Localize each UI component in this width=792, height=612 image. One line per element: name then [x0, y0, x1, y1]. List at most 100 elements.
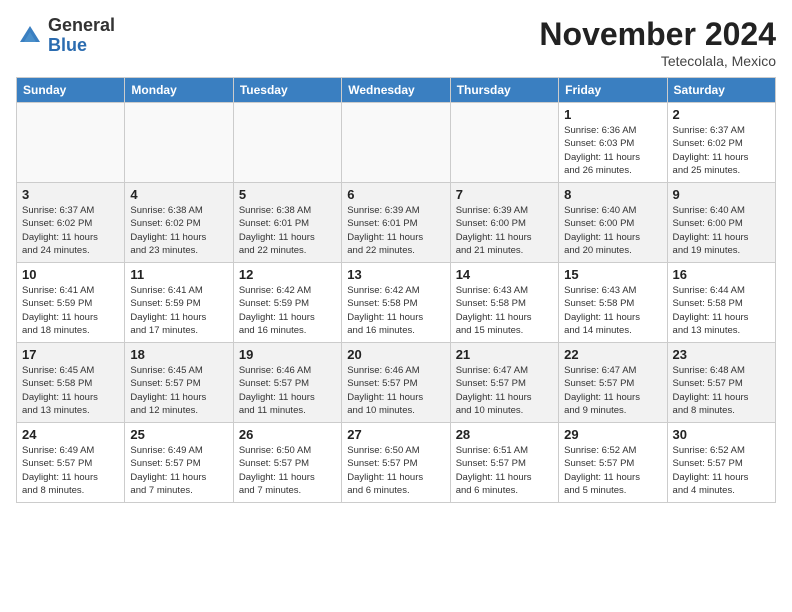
day-info: Sunrise: 6:50 AM Sunset: 5:57 PM Dayligh…: [239, 444, 336, 497]
day-number: 16: [673, 267, 770, 282]
location-subtitle: Tetecolala, Mexico: [539, 53, 776, 69]
logo-blue: Blue: [48, 36, 115, 56]
weekday-header-row: SundayMondayTuesdayWednesdayThursdayFrid…: [17, 78, 776, 103]
day-number: 18: [130, 347, 227, 362]
day-number: 20: [347, 347, 444, 362]
day-info: Sunrise: 6:38 AM Sunset: 6:02 PM Dayligh…: [130, 204, 227, 257]
day-info: Sunrise: 6:40 AM Sunset: 6:00 PM Dayligh…: [673, 204, 770, 257]
calendar-week-row: 24 Sunrise: 6:49 AM Sunset: 5:57 PM Dayli…: [17, 423, 776, 503]
day-info: Sunrise: 6:48 AM Sunset: 5:57 PM Dayligh…: [673, 364, 770, 417]
calendar-day-cell: 4 Sunrise: 6:38 AM Sunset: 6:02 PM Daylig…: [125, 183, 233, 263]
calendar-day-cell: 18 Sunrise: 6:45 AM Sunset: 5:57 PM Dayli…: [125, 343, 233, 423]
calendar-day-cell: 12 Sunrise: 6:42 AM Sunset: 5:59 PM Dayli…: [233, 263, 341, 343]
day-number: 24: [22, 427, 119, 442]
calendar-day-cell: 25Sunrise: 6:49 AM Sunset: 5:57 PM Dayli…: [125, 423, 233, 503]
day-info: Sunrise: 6:41 AM Sunset: 5:59 PM Dayligh…: [22, 284, 119, 337]
day-info: Sunrise: 6:51 AM Sunset: 5:57 PM Dayligh…: [456, 444, 553, 497]
logo: General Blue: [16, 16, 115, 56]
day-number: 29: [564, 427, 661, 442]
day-number: 12: [239, 267, 336, 282]
calendar-day-cell: 19 Sunrise: 6:46 AM Sunset: 5:57 PM Dayli…: [233, 343, 341, 423]
calendar-day-cell: 23 Sunrise: 6:48 AM Sunset: 5:57 PM Dayli…: [667, 343, 775, 423]
day-info: Sunrise: 6:45 AM Sunset: 5:58 PM Dayligh…: [22, 364, 119, 417]
calendar-day-cell: 26Sunrise: 6:50 AM Sunset: 5:57 PM Dayli…: [233, 423, 341, 503]
day-info: Sunrise: 6:42 AM Sunset: 5:59 PM Dayligh…: [239, 284, 336, 337]
calendar-week-row: 17 Sunrise: 6:45 AM Sunset: 5:58 PM Dayli…: [17, 343, 776, 423]
day-info: Sunrise: 6:40 AM Sunset: 6:00 PM Dayligh…: [564, 204, 661, 257]
day-info: Sunrise: 6:38 AM Sunset: 6:01 PM Dayligh…: [239, 204, 336, 257]
calendar-day-cell: 28 Sunrise: 6:51 AM Sunset: 5:57 PM Dayli…: [450, 423, 558, 503]
calendar-day-cell: 16 Sunrise: 6:44 AM Sunset: 5:58 PM Dayli…: [667, 263, 775, 343]
day-number: 19: [239, 347, 336, 362]
calendar-day-cell: 27Sunrise: 6:50 AM Sunset: 5:57 PM Dayli…: [342, 423, 450, 503]
day-info: Sunrise: 6:39 AM Sunset: 6:00 PM Dayligh…: [456, 204, 553, 257]
calendar-day-cell: 13 Sunrise: 6:42 AM Sunset: 5:58 PM Dayli…: [342, 263, 450, 343]
weekday-header-saturday: Saturday: [667, 78, 775, 103]
calendar-day-cell: [342, 103, 450, 183]
day-info: Sunrise: 6:37 AM Sunset: 6:02 PM Dayligh…: [673, 124, 770, 177]
calendar-day-cell: [125, 103, 233, 183]
day-number: 9: [673, 187, 770, 202]
day-number: 13: [347, 267, 444, 282]
month-title: November 2024: [539, 16, 776, 53]
calendar-day-cell: 15Sunrise: 6:43 AM Sunset: 5:58 PM Dayli…: [559, 263, 667, 343]
day-info: Sunrise: 6:46 AM Sunset: 5:57 PM Dayligh…: [239, 364, 336, 417]
day-info: Sunrise: 6:43 AM Sunset: 5:58 PM Dayligh…: [564, 284, 661, 337]
calendar-day-cell: 20 Sunrise: 6:46 AM Sunset: 5:57 PM Dayli…: [342, 343, 450, 423]
day-number: 5: [239, 187, 336, 202]
calendar-day-cell: 14Sunrise: 6:43 AM Sunset: 5:58 PM Dayli…: [450, 263, 558, 343]
weekday-header-thursday: Thursday: [450, 78, 558, 103]
day-info: Sunrise: 6:47 AM Sunset: 5:57 PM Dayligh…: [564, 364, 661, 417]
day-info: Sunrise: 6:52 AM Sunset: 5:57 PM Dayligh…: [673, 444, 770, 497]
day-info: Sunrise: 6:46 AM Sunset: 5:57 PM Dayligh…: [347, 364, 444, 417]
logo-text: General Blue: [48, 16, 115, 56]
calendar-week-row: 1 Sunrise: 6:36 AM Sunset: 6:03 PM Daylig…: [17, 103, 776, 183]
calendar-day-cell: 24 Sunrise: 6:49 AM Sunset: 5:57 PM Dayli…: [17, 423, 125, 503]
day-number: 28: [456, 427, 553, 442]
day-number: 7: [456, 187, 553, 202]
calendar-day-cell: 11Sunrise: 6:41 AM Sunset: 5:59 PM Dayli…: [125, 263, 233, 343]
day-info: Sunrise: 6:37 AM Sunset: 6:02 PM Dayligh…: [22, 204, 119, 257]
day-number: 22: [564, 347, 661, 362]
day-number: 21: [456, 347, 553, 362]
calendar-day-cell: [233, 103, 341, 183]
day-info: Sunrise: 6:49 AM Sunset: 5:57 PM Dayligh…: [22, 444, 119, 497]
day-info: Sunrise: 6:44 AM Sunset: 5:58 PM Dayligh…: [673, 284, 770, 337]
calendar-day-cell: 8 Sunrise: 6:40 AM Sunset: 6:00 PM Daylig…: [559, 183, 667, 263]
day-number: 6: [347, 187, 444, 202]
calendar-day-cell: 29 Sunrise: 6:52 AM Sunset: 5:57 PM Dayli…: [559, 423, 667, 503]
calendar-table: SundayMondayTuesdayWednesdayThursdayFrid…: [16, 77, 776, 503]
page-header: General Blue November 2024 Tetecolala, M…: [16, 16, 776, 69]
calendar-day-cell: 3 Sunrise: 6:37 AM Sunset: 6:02 PM Daylig…: [17, 183, 125, 263]
calendar-week-row: 3 Sunrise: 6:37 AM Sunset: 6:02 PM Daylig…: [17, 183, 776, 263]
weekday-header-tuesday: Tuesday: [233, 78, 341, 103]
day-number: 23: [673, 347, 770, 362]
weekday-header-friday: Friday: [559, 78, 667, 103]
logo-icon: [16, 22, 44, 50]
weekday-header-monday: Monday: [125, 78, 233, 103]
day-info: Sunrise: 6:42 AM Sunset: 5:58 PM Dayligh…: [347, 284, 444, 337]
day-number: 1: [564, 107, 661, 122]
day-info: Sunrise: 6:47 AM Sunset: 5:57 PM Dayligh…: [456, 364, 553, 417]
weekday-header-wednesday: Wednesday: [342, 78, 450, 103]
calendar-day-cell: 21 Sunrise: 6:47 AM Sunset: 5:57 PM Dayli…: [450, 343, 558, 423]
day-info: Sunrise: 6:52 AM Sunset: 5:57 PM Dayligh…: [564, 444, 661, 497]
day-number: 2: [673, 107, 770, 122]
day-number: 10: [22, 267, 119, 282]
day-info: Sunrise: 6:41 AM Sunset: 5:59 PM Dayligh…: [130, 284, 227, 337]
day-info: Sunrise: 6:45 AM Sunset: 5:57 PM Dayligh…: [130, 364, 227, 417]
calendar-day-cell: 2 Sunrise: 6:37 AM Sunset: 6:02 PM Daylig…: [667, 103, 775, 183]
day-info: Sunrise: 6:39 AM Sunset: 6:01 PM Dayligh…: [347, 204, 444, 257]
day-info: Sunrise: 6:36 AM Sunset: 6:03 PM Dayligh…: [564, 124, 661, 177]
day-number: 4: [130, 187, 227, 202]
day-number: 3: [22, 187, 119, 202]
day-info: Sunrise: 6:49 AM Sunset: 5:57 PM Dayligh…: [130, 444, 227, 497]
day-number: 8: [564, 187, 661, 202]
calendar-day-cell: 6 Sunrise: 6:39 AM Sunset: 6:01 PM Daylig…: [342, 183, 450, 263]
calendar-day-cell: 17 Sunrise: 6:45 AM Sunset: 5:58 PM Dayli…: [17, 343, 125, 423]
calendar-day-cell: 10 Sunrise: 6:41 AM Sunset: 5:59 PM Dayli…: [17, 263, 125, 343]
day-number: 30: [673, 427, 770, 442]
calendar-day-cell: [17, 103, 125, 183]
day-number: 17: [22, 347, 119, 362]
weekday-header-sunday: Sunday: [17, 78, 125, 103]
